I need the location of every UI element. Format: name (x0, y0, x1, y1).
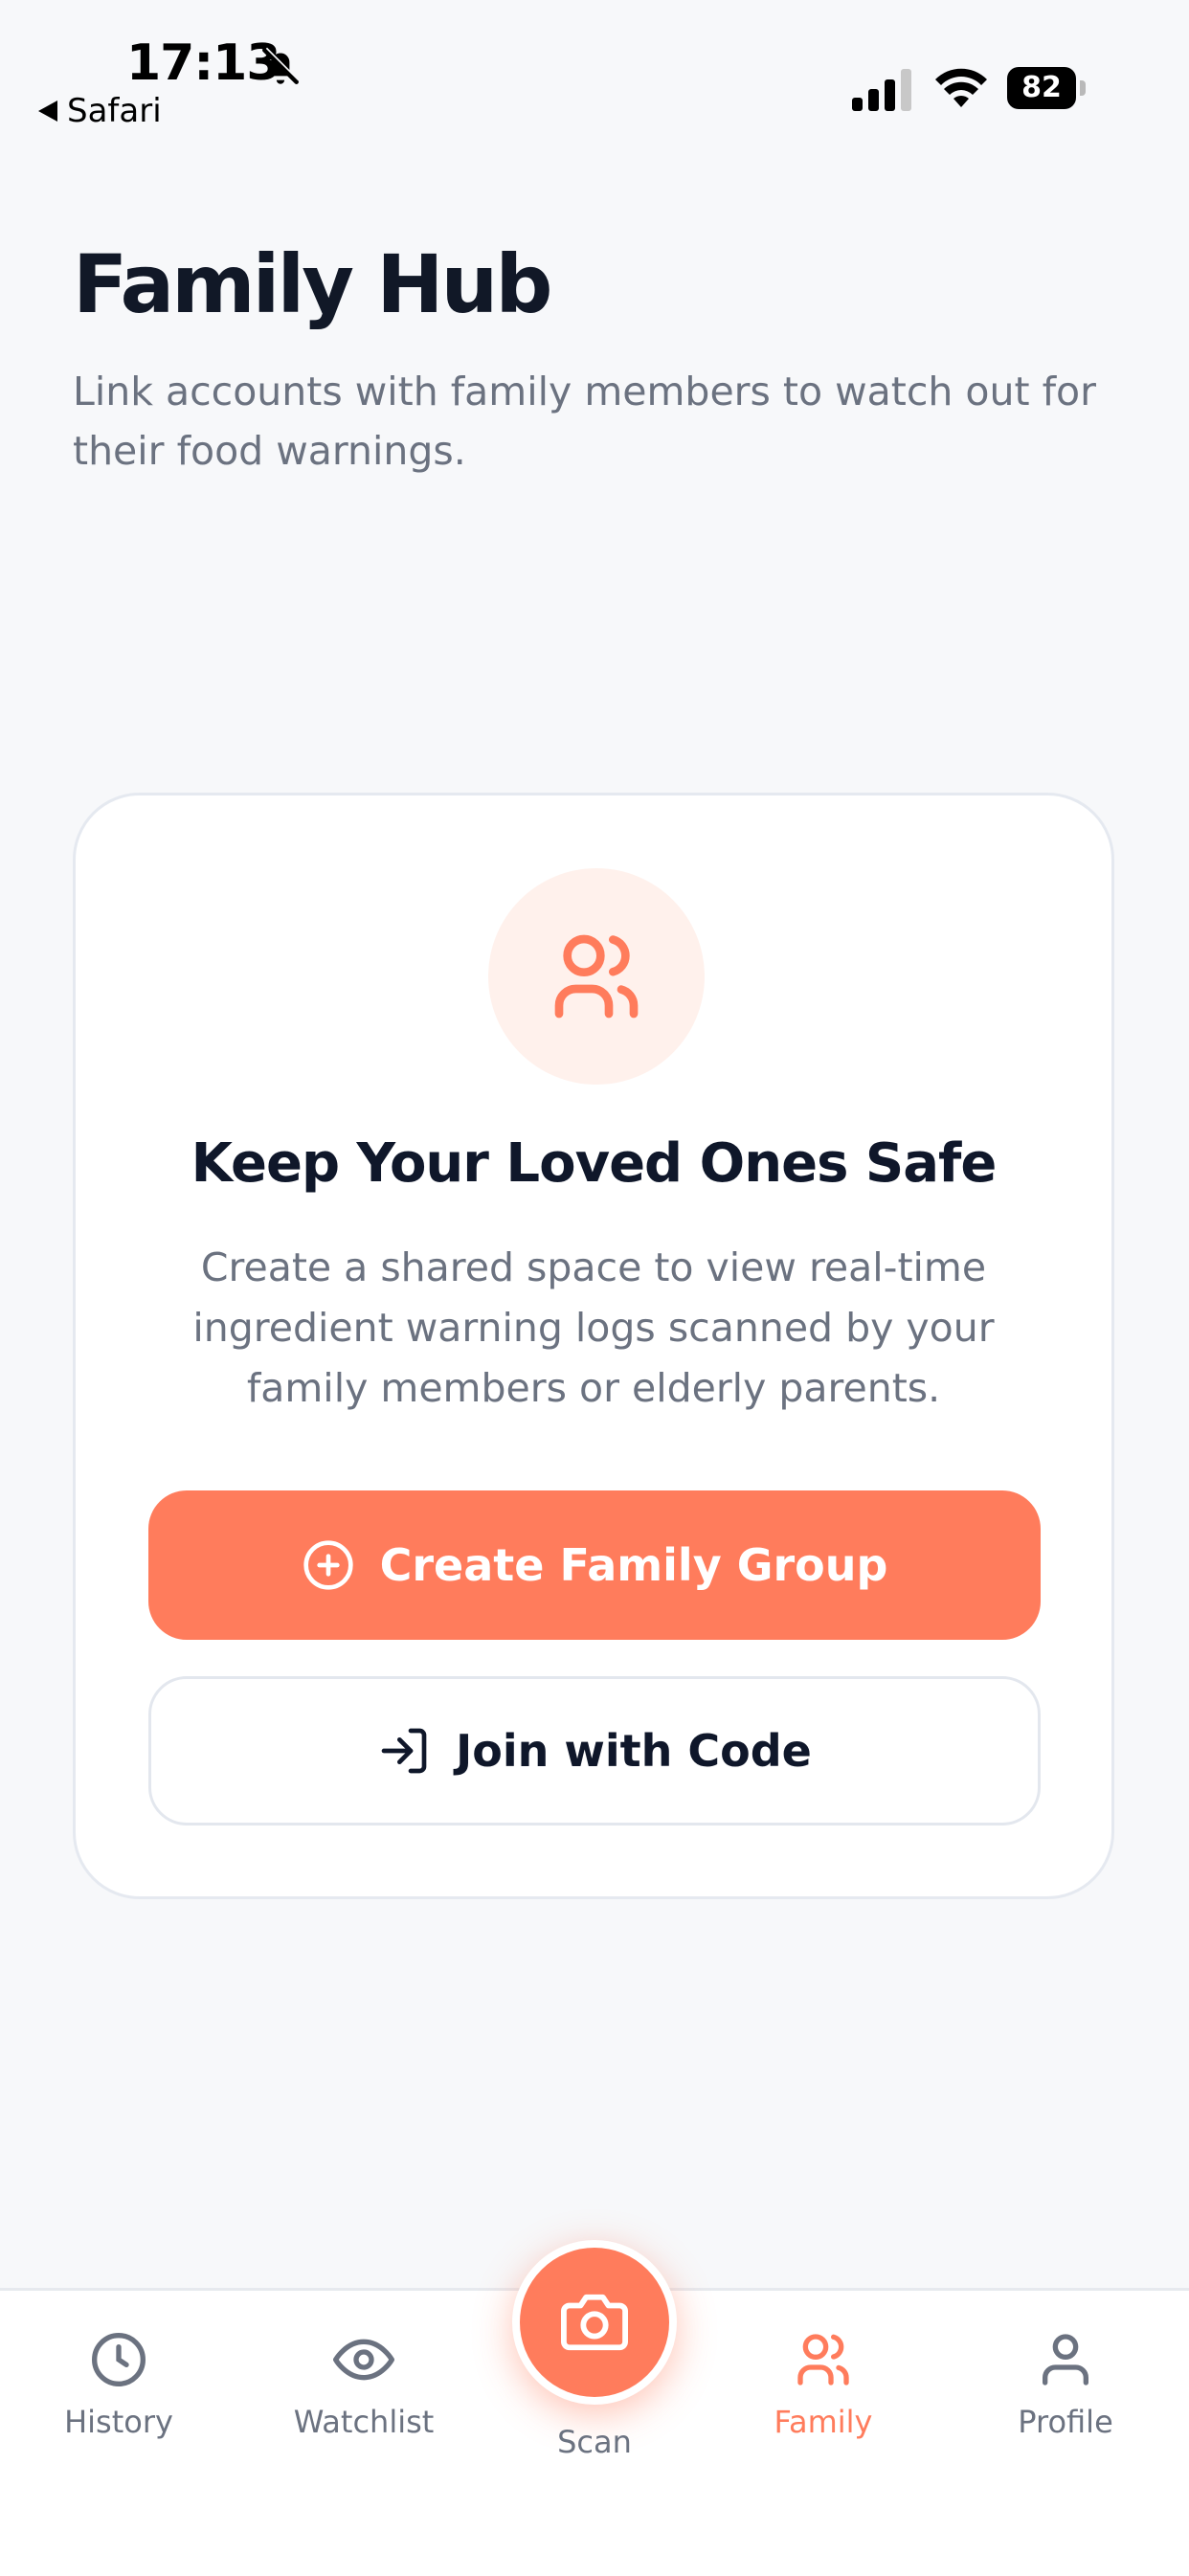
tab-family[interactable]: Family (728, 2329, 919, 2440)
join-with-code-button[interactable]: Join with Code (148, 1676, 1041, 1826)
scan-label: Scan (557, 2424, 632, 2460)
eye-icon (333, 2339, 394, 2381)
page-subtitle: Link accounts with family members to wat… (73, 369, 1096, 474)
card-title: Keep Your Loved Ones Safe (191, 1132, 998, 1195)
battery-indicator: 82 (1007, 67, 1086, 109)
back-to-app[interactable]: Safari (38, 92, 162, 130)
tab-history-label: History (64, 2404, 173, 2440)
create-family-group-button[interactable]: Create Family Group (148, 1490, 1041, 1640)
bell-muted-icon (262, 47, 300, 84)
join-with-code-label: Join with Code (456, 1725, 812, 1777)
scan-button[interactable] (512, 2240, 677, 2405)
create-family-group-label: Create Family Group (379, 1539, 888, 1591)
tab-watchlist[interactable]: Watchlist (268, 2329, 460, 2440)
wifi-icon (935, 68, 987, 107)
cellular-signal-icon (852, 69, 911, 111)
users-icon-badge (488, 868, 705, 1085)
page-title: Family Hub (73, 237, 552, 331)
tab-family-label: Family (774, 2404, 873, 2440)
users-icon (554, 934, 639, 1019)
battery-level: 82 (1007, 67, 1076, 109)
tab-history[interactable]: History (23, 2329, 214, 2440)
back-triangle-icon (38, 101, 57, 122)
battery-nub (1080, 80, 1086, 96)
back-app-label: Safari (67, 92, 162, 130)
plus-circle-icon (303, 1540, 353, 1590)
tab-watchlist-label: Watchlist (293, 2404, 435, 2440)
tab-profile[interactable]: Profile (970, 2329, 1161, 2440)
users-icon (797, 2334, 849, 2386)
clock-icon (92, 2333, 146, 2386)
user-icon (1043, 2334, 1088, 2386)
tab-profile-label: Profile (1018, 2404, 1113, 2440)
family-empty-card: Keep Your Loved Ones Safe Create a share… (73, 793, 1114, 1899)
camera-icon (561, 2294, 628, 2351)
log-in-icon (381, 1728, 427, 1774)
card-description: Create a shared space to view real-time … (192, 1244, 995, 1411)
